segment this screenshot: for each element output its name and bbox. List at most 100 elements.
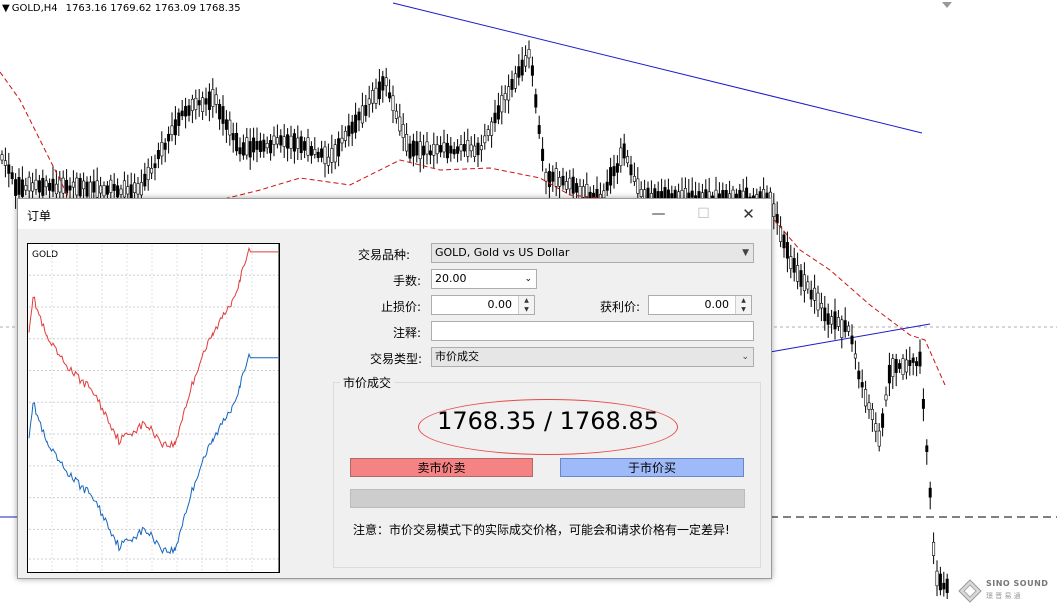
candle-body [881,413,885,428]
candle-body [357,111,361,121]
candle-body [585,184,589,198]
candle-body [411,140,415,157]
candle-body [235,132,239,152]
candle-body [211,89,215,107]
candle-body [935,570,939,587]
candle-body [932,541,936,556]
chevron-down-icon: ⌄ [524,274,532,284]
dialog-title: 订单 [27,209,52,223]
candle-body [377,81,381,100]
candle-body [938,573,942,591]
candle-body [510,78,514,90]
candle-body [371,90,375,104]
order-type-select[interactable]: 市价成交 ⌄ [431,347,754,367]
candle-body [435,144,439,155]
candle-body [945,578,949,593]
candle-body [296,137,300,149]
candle-body [456,146,460,154]
candle-body [483,135,487,144]
candle-body [554,168,558,187]
candle-body [258,140,262,152]
candle-body [116,185,120,198]
candle-body [857,370,861,380]
candle-body [194,97,198,110]
candle-body [473,145,477,157]
candle-body [921,399,925,409]
spin-up-icon[interactable]: ▲ [519,296,534,305]
candle-body [126,186,130,195]
dialog-titlebar[interactable]: 订单 — ☐ ✕ [18,199,771,229]
candle-body [320,148,324,158]
candle-body [830,316,834,325]
candle-body [819,302,823,309]
candle-body [160,142,164,157]
candle-body [517,66,521,78]
candle-body [48,182,52,191]
candle-body [289,135,293,149]
candle-body [632,175,636,182]
minimize-button[interactable]: — [636,199,681,229]
takeprofit-spinner[interactable]: ▲ ▼ [735,296,751,314]
candle-body [864,389,868,407]
candle-body [874,423,878,432]
volume-label: 手数: [393,274,422,288]
candle-body [122,180,126,198]
candle-body [109,179,113,193]
volume-combo[interactable]: 20.00 ⌄ [431,269,537,289]
candle-body [442,142,446,153]
takeprofit-label: 获利价: [600,300,641,314]
candle-body [364,104,368,116]
candle-body [524,55,528,67]
comment-input[interactable] [431,321,754,341]
chart-ohlc: 1763.16 1769.62 1763.09 1768.35 [65,3,241,14]
candle-body [918,351,922,367]
candle-body [561,175,565,186]
watermark-logo: SINO SOUND 璟 晋 易 通 [958,576,1054,606]
stoploss-value: 0.00 [487,298,513,311]
candle-body [891,358,895,377]
candle-body [541,148,545,161]
stoploss-label: 止损价: [381,300,422,314]
tick-chart-frame [27,243,280,573]
close-button[interactable]: ✕ [726,199,771,229]
candle-body [836,317,840,327]
candle-body [391,95,395,111]
candle-body [133,182,137,193]
spin-down-icon[interactable]: ▼ [519,305,534,314]
candle-body [248,141,252,158]
candle-body [252,137,256,153]
spin-down-icon[interactable]: ▼ [736,305,751,314]
candle-body [785,242,789,259]
candle-body [466,140,470,157]
candle-body [452,149,456,155]
candle-body [99,185,103,194]
symbol-select[interactable]: GOLD, Gold vs US Dollar ▼ [431,243,754,263]
candle-body [449,145,453,154]
candle-body [136,183,140,195]
candle-body [167,133,171,142]
spin-up-icon[interactable]: ▲ [736,296,751,305]
candle-body [551,171,555,182]
stoploss-input[interactable]: 0.00 ▲ ▼ [431,295,535,315]
candle-body [0,154,4,161]
candle-body [547,171,551,188]
candle-body [571,176,575,194]
candle-body [343,130,347,141]
takeprofit-input[interactable]: 0.00 ▲ ▼ [648,295,752,315]
candle-body [439,145,443,153]
candle-body [615,163,619,173]
candle-body [170,125,174,136]
candle-body [799,270,803,287]
candle-body [629,164,633,176]
candle-body [68,185,72,191]
sell-by-market-button[interactable]: 卖市价卖 [350,458,533,477]
buy-by-market-button[interactable]: 于市价买 [560,458,744,477]
candle-body [41,177,45,196]
candle-body [806,281,810,290]
candle-body [490,121,494,136]
stoploss-spinner[interactable]: ▲ ▼ [518,296,534,314]
order-type-value: 市价成交 [435,350,479,363]
candle-body [163,142,167,150]
candle-body [469,144,473,152]
bid-ask-prices: 1768.35 / 1768.85 [437,407,659,435]
